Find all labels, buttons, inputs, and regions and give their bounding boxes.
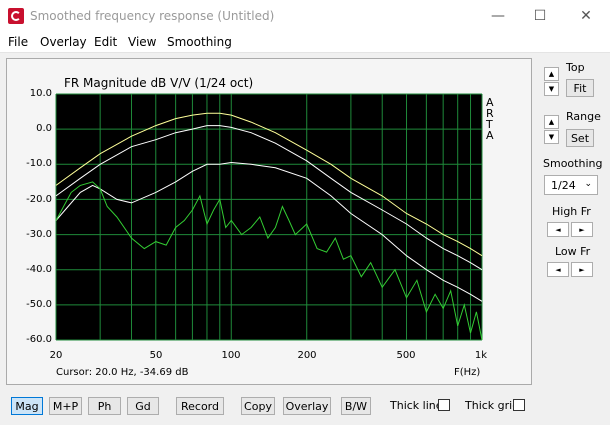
group-delay-button[interactable]: Gd bbox=[127, 397, 159, 415]
y-tick-label: -30.0 bbox=[26, 229, 52, 240]
window-title: Smoothed frequency response (Untitled) bbox=[30, 9, 275, 23]
arrow-left-icon: ◄ bbox=[555, 266, 561, 274]
fit-button[interactable]: Fit bbox=[566, 79, 594, 97]
copy-button[interactable]: Copy bbox=[241, 397, 275, 415]
menu-bar: File Overlay Edit View Smoothing bbox=[0, 32, 610, 53]
y-tick-label: -40.0 bbox=[26, 264, 52, 275]
y-tick-label: -60.0 bbox=[26, 334, 52, 345]
app-icon bbox=[8, 8, 24, 24]
arrow-up-icon: ▲ bbox=[548, 70, 555, 78]
smoothing-select[interactable]: 1/24 ⌄ bbox=[544, 175, 598, 195]
arrow-left-icon: ◄ bbox=[555, 226, 561, 234]
high-fr-label: High Fr bbox=[552, 205, 591, 218]
range-down-spin[interactable]: ▼ bbox=[544, 130, 559, 144]
y-tick-label: 10.0 bbox=[29, 88, 52, 99]
plot-frame bbox=[6, 58, 532, 385]
menu-smoothing[interactable]: Smoothing bbox=[167, 35, 232, 49]
x-tick-label: 100 bbox=[221, 350, 241, 361]
maximize-button[interactable]: ☐ bbox=[520, 4, 560, 28]
arrow-right-icon: ► bbox=[579, 226, 585, 234]
top-down-spin[interactable]: ▼ bbox=[544, 82, 559, 96]
arrow-down-icon: ▼ bbox=[548, 85, 555, 93]
minimize-button[interactable]: — bbox=[478, 4, 518, 28]
low-fr-left-arrow[interactable]: ◄ bbox=[547, 262, 569, 277]
thick-line-label: Thick line bbox=[390, 399, 443, 412]
mag-button[interactable]: Mag bbox=[11, 397, 43, 415]
overlay-button[interactable]: Overlay bbox=[283, 397, 331, 415]
low-fr-right-arrow[interactable]: ► bbox=[571, 262, 593, 277]
thick-line-checkbox[interactable] bbox=[438, 399, 450, 411]
arrow-right-icon: ► bbox=[579, 266, 585, 274]
set-button[interactable]: Set bbox=[566, 129, 594, 147]
arrow-up-icon: ▲ bbox=[548, 118, 555, 126]
smoothing-value: 1/24 bbox=[551, 179, 576, 192]
x-tick-label: 200 bbox=[297, 350, 317, 361]
phase-button[interactable]: Ph bbox=[88, 397, 121, 415]
menu-view[interactable]: View bbox=[128, 35, 156, 49]
x-tick-label: 500 bbox=[396, 350, 416, 361]
menu-overlay[interactable]: Overlay bbox=[40, 35, 87, 49]
side-letter-a2: A bbox=[486, 129, 494, 142]
top-up-spin[interactable]: ▲ bbox=[544, 67, 559, 81]
chevron-down-icon: ⌄ bbox=[584, 179, 592, 189]
cursor-readout: Cursor: 20.0 Hz, -34.69 dB bbox=[56, 367, 189, 378]
y-tick-label: -50.0 bbox=[26, 299, 52, 310]
title-bar: Smoothed frequency response (Untitled) —… bbox=[0, 0, 610, 32]
y-tick-label: -10.0 bbox=[26, 158, 52, 169]
thick-grid-label: Thick grid bbox=[465, 399, 520, 412]
range-label: Range bbox=[566, 110, 601, 123]
bw-button[interactable]: B/W bbox=[341, 397, 371, 415]
plot-title: FR Magnitude dB V/V (1/24 oct) bbox=[64, 76, 254, 90]
top-label: Top bbox=[566, 61, 585, 74]
high-fr-left-arrow[interactable]: ◄ bbox=[547, 222, 569, 237]
close-button[interactable]: ✕ bbox=[566, 4, 606, 28]
arrow-down-icon: ▼ bbox=[548, 133, 555, 141]
x-tick-label: 1k bbox=[474, 350, 488, 361]
range-up-spin[interactable]: ▲ bbox=[544, 115, 559, 129]
mag-phase-button[interactable]: M+P bbox=[49, 397, 82, 415]
low-fr-label: Low Fr bbox=[555, 245, 591, 258]
smoothing-label: Smoothing bbox=[543, 157, 603, 170]
menu-file[interactable]: File bbox=[8, 35, 28, 49]
x-tick-label: 50 bbox=[149, 350, 163, 361]
y-tick-label: -20.0 bbox=[26, 194, 52, 205]
thick-grid-checkbox[interactable] bbox=[513, 399, 525, 411]
high-fr-right-arrow[interactable]: ► bbox=[571, 222, 593, 237]
y-tick-label: 0.0 bbox=[36, 123, 52, 134]
x-tick-label: 20 bbox=[49, 350, 63, 361]
record-button[interactable]: Record bbox=[176, 397, 224, 415]
menu-edit[interactable]: Edit bbox=[94, 35, 117, 49]
x-axis-unit: F(Hz) bbox=[454, 367, 481, 378]
